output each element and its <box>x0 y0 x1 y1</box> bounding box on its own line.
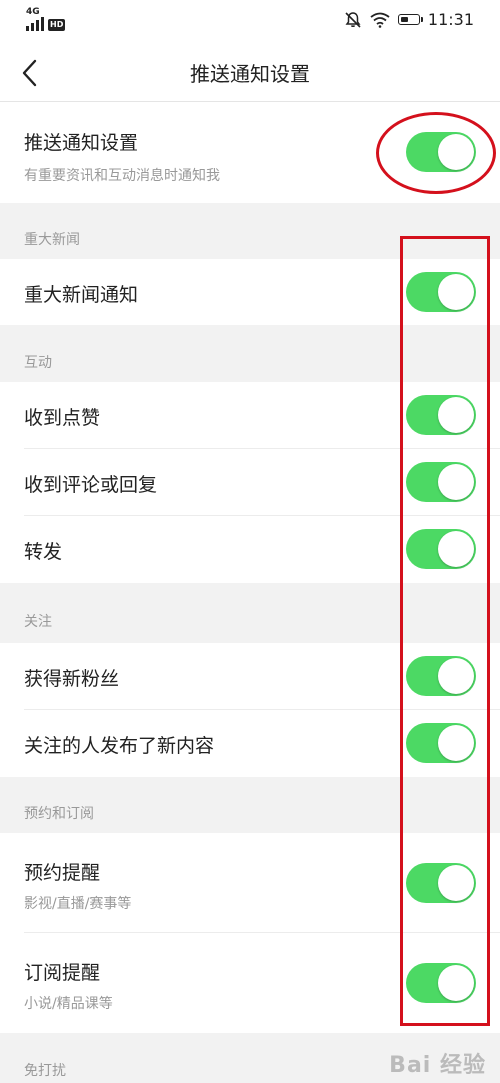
subscription-reminder-label: 订阅提醒 <box>24 962 101 984</box>
nav-bar: 推送通知设置 <box>0 44 500 102</box>
comments-label: 收到评论或回复 <box>24 474 158 496</box>
status-right: 11:31 <box>344 10 474 29</box>
annotation-rectangle <box>400 236 490 1026</box>
reposts-label: 转发 <box>24 541 63 563</box>
likes-label: 收到点赞 <box>24 407 101 429</box>
section-booking: 预约和订阅 <box>24 806 94 822</box>
section-interaction: 互动 <box>24 355 52 371</box>
new-fans-label: 获得新粉丝 <box>24 668 120 690</box>
page-title: 推送通知设置 <box>190 62 310 86</box>
signal-icon <box>26 17 44 31</box>
network-type: 4G <box>26 7 40 17</box>
master-push-description: 有重要资讯和互动消息时通知我 <box>24 168 220 184</box>
mute-bell-icon <box>345 11 361 28</box>
section-dnd: 免打扰 <box>24 1063 66 1079</box>
status-time: 11:31 <box>427 10 474 29</box>
wifi-icon <box>370 12 390 28</box>
section-follow: 关注 <box>24 614 52 630</box>
baidu-watermark: Bai 经验 <box>389 1053 486 1078</box>
battery-icon <box>397 14 423 25</box>
status-bar: 4G HD 11:31 <box>0 0 500 44</box>
master-push-label: 推送通知设置 <box>24 132 139 154</box>
booking-reminder-label: 预约提醒 <box>24 862 101 884</box>
subscription-reminder-description: 小说/精品课等 <box>24 996 113 1012</box>
major-news-notify-label: 重大新闻通知 <box>24 284 139 306</box>
annotation-ellipse <box>376 112 496 194</box>
section-major-news: 重大新闻 <box>24 232 80 248</box>
status-left: 4G HD <box>26 7 66 31</box>
hd-badge: HD <box>48 19 66 31</box>
followed-posts-label: 关注的人发布了新内容 <box>24 735 215 757</box>
booking-reminder-description: 影视/直播/赛事等 <box>24 896 132 912</box>
